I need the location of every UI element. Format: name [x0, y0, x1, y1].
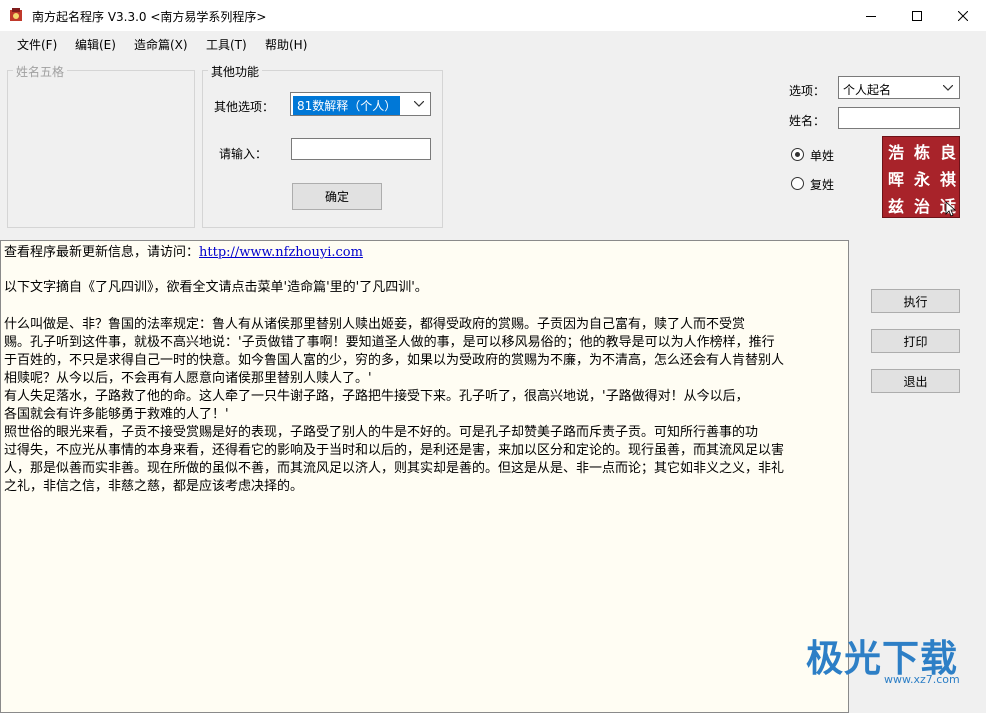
menu-tools[interactable]: 工具(T) — [206, 36, 247, 53]
title-bar: 南方起名程序 V3.3.0 <南方易学系列程序> — [0, 0, 986, 31]
right-option-value: 个人起名 — [843, 83, 892, 97]
app-icon — [10, 8, 22, 21]
update-info-prefix: 查看程序最新更新信息，请访问： — [4, 245, 200, 260]
mouse-cursor-icon — [945, 201, 957, 217]
other-functions-group-title: 其他功能 — [208, 63, 263, 80]
maximize-icon — [912, 10, 922, 21]
minimize-icon — [866, 15, 876, 17]
other-option-value: 81数解释（个人） — [293, 96, 401, 115]
radio-single-label[interactable]: 单姓 — [810, 147, 834, 164]
menu-bar: 文件(F) 编辑(E) 造命篇(X) 工具(T) 帮助(H) — [0, 31, 986, 57]
watermark-logo: 极光下载 www.xz7.com — [806, 628, 960, 686]
seal-char: 永 — [913, 169, 930, 189]
other-option-label: 其他选项： — [214, 100, 275, 114]
radio-double-label[interactable]: 复姓 — [810, 176, 834, 193]
name-grid-group-title: 姓名五格 — [13, 63, 68, 80]
seal-char: 浩 — [887, 142, 904, 162]
text-line: 人，那是似善而实非善。现在所做的虽似不善，而其流风足以济人，则其实却是善的。但这… — [4, 461, 785, 476]
exit-button[interactable]: 退出 — [871, 369, 960, 393]
text-line: 于百姓的，不只是求得自己一时的快意。如今鲁国人富的少，穷的多，如果以为受政府的赏… — [4, 353, 785, 368]
right-option-label: 选项： — [789, 84, 826, 98]
text-line: 照世俗的眼光来看，子贡不接受赏赐是好的表现，子路受了别人的牛是不好的。可是孔子却… — [4, 425, 759, 440]
name-seal-logo: 浩 栋 良 晖 永 祺 兹 治 适 — [882, 136, 960, 218]
radio-selected-dot — [795, 152, 800, 157]
other-option-select[interactable]: 81数解释（个人） — [290, 92, 431, 116]
text-line: 过得失，不应光从事情的本身来看，还得看它的影响及于当时和以后的，是利还是害，来加… — [4, 443, 785, 458]
menu-edit[interactable]: 编辑(E) — [75, 36, 116, 53]
maximize-button[interactable] — [894, 0, 940, 31]
seal-char: 兹 — [887, 196, 904, 216]
chevron-down-icon — [943, 85, 953, 91]
text-line: 赐。孔子听到这件事，就极不高兴地说：'子贡做错了事啊！要知道圣人做的事，是可以移… — [4, 335, 775, 350]
menu-help[interactable]: 帮助(H) — [265, 36, 307, 53]
seal-char: 栋 — [913, 142, 930, 162]
menu-destiny[interactable]: 造命篇(X) — [134, 36, 188, 53]
radio-single-surname[interactable] — [791, 148, 804, 161]
chevron-down-icon — [414, 101, 424, 107]
input-label: 请输入： — [219, 147, 268, 161]
name-grid-group — [7, 70, 195, 228]
seal-char: 治 — [913, 196, 930, 216]
watermark-url: www.xz7.com — [884, 673, 960, 686]
confirm-button[interactable]: 确定 — [292, 183, 382, 210]
print-button[interactable]: 打印 — [871, 329, 960, 353]
seal-char: 祺 — [939, 169, 956, 189]
update-info-line: 查看程序最新更新信息，请访问：http://www.nfzhouyi.com — [4, 244, 363, 262]
radio-double-surname[interactable] — [791, 177, 804, 190]
result-text-area[interactable]: 查看程序最新更新信息，请访问：http://www.nfzhouyi.com 以… — [0, 240, 849, 713]
seal-char: 晖 — [887, 169, 904, 189]
close-icon — [958, 10, 968, 21]
execute-button[interactable]: 执行 — [871, 289, 960, 313]
text-line: 以下文字摘自《了凡四训》，欲看全文请点击菜单'造命篇'里的'了凡四训'。 — [4, 280, 428, 295]
right-option-select[interactable]: 个人起名 — [838, 76, 960, 99]
window-title: 南方起名程序 V3.3.0 <南方易学系列程序> — [32, 10, 267, 24]
text-line: 有人失足落水，子路救了他的命。这人牵了一只牛谢子路，子路把牛接受下来。孔子听了，… — [4, 389, 749, 404]
seal-char: 良 — [939, 142, 956, 162]
text-line: 各国就会有许多能够勇于救难的人了！' — [4, 407, 229, 422]
name-input[interactable] — [838, 107, 960, 129]
menu-file[interactable]: 文件(F) — [17, 36, 57, 53]
text-line: 什么叫做是、非？鲁国的法率规定：鲁人有从诸侯那里替别人赎出姬妾，都得受政府的赏赐… — [4, 317, 746, 332]
update-url-link[interactable]: http://www.nfzhouyi.com — [199, 245, 363, 260]
close-button[interactable] — [940, 0, 986, 31]
text-line: 之礼，非信之信，非慈之慈，都是应该考虑决择的。 — [4, 479, 304, 494]
text-line: 相赎呢？从今以后，不会再有人愿意向诸侯那里替别人赎人了。' — [4, 371, 372, 386]
other-input-field[interactable] — [291, 138, 431, 160]
minimize-button[interactable] — [848, 0, 894, 31]
name-label: 姓名： — [789, 114, 826, 128]
